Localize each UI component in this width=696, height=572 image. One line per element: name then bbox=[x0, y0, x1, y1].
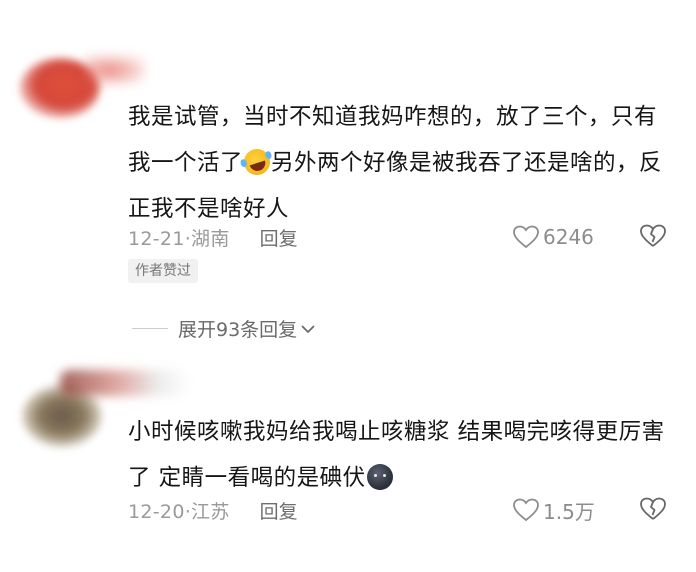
like-button[interactable]: 6246 bbox=[513, 225, 594, 249]
comment-body: 小时候咳嗽我妈给我喝止咳糖浆 结果喝完咳得更厉害了 定睛一看喝的是碘伏 bbox=[128, 409, 673, 501]
comment-date-location: 12-20·江苏 bbox=[128, 500, 230, 523]
author-liked-badge: 作者赞过 bbox=[128, 259, 198, 283]
like-button[interactable]: 1.5万 bbox=[513, 496, 595, 525]
comment-text: 小时候咳嗽我妈给我喝止咳糖浆 结果喝完咳得更厉害了 定睛一看喝的是碘伏 bbox=[128, 419, 665, 491]
reply-button[interactable]: 回复 bbox=[260, 497, 298, 524]
broken-heart-icon bbox=[640, 224, 666, 247]
dislike-button[interactable] bbox=[640, 224, 666, 253]
expand-replies-label: 展开93条回复 bbox=[178, 319, 298, 341]
username-blurred[interactable] bbox=[85, 55, 145, 85]
dark-face-emoji-icon bbox=[366, 464, 393, 490]
like-count: 1.5万 bbox=[543, 499, 595, 524]
heart-icon bbox=[513, 498, 539, 522]
laughing-crying-emoji-icon bbox=[240, 145, 274, 179]
dislike-button[interactable] bbox=[640, 497, 666, 526]
comment-meta: 12-20·江苏 回复 1.5万 bbox=[128, 495, 672, 525]
username-blurred[interactable] bbox=[60, 370, 190, 396]
reply-button[interactable]: 回复 bbox=[260, 224, 298, 251]
comment-body: 我是试管，当时不知道我妈咋想的，放了三个，只有我一个活了 另外两个好像是被我吞了还… bbox=[128, 94, 673, 232]
comment-date-location: 12-21·湖南 bbox=[128, 227, 230, 250]
comment-meta: 12-21·湖南 回复 6246 bbox=[128, 222, 672, 252]
heart-icon bbox=[513, 225, 539, 249]
expand-replies-button[interactable]: 展开93条回复 bbox=[132, 315, 316, 342]
chevron-down-icon bbox=[301, 324, 315, 333]
like-count: 6246 bbox=[543, 225, 594, 249]
broken-heart-icon bbox=[640, 497, 666, 520]
divider-line bbox=[132, 328, 168, 329]
